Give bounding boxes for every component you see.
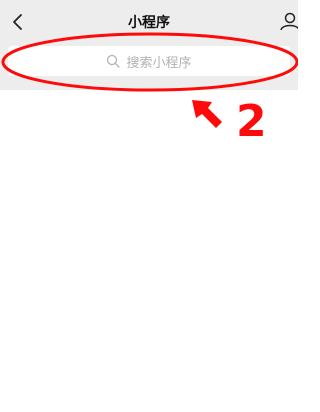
chevron-left-icon — [13, 14, 22, 30]
person-icon — [280, 12, 300, 31]
navigation-bar: 小程序 — [0, 0, 300, 44]
mini-program-screen: 小程序 搜索小程序 2 — [0, 0, 300, 412]
search-input[interactable]: 搜索小程序 — [8, 46, 290, 76]
step-number: 2 — [236, 96, 267, 147]
top-bar: 小程序 搜索小程序 — [0, 0, 300, 90]
search-placeholder: 搜索小程序 — [126, 55, 192, 71]
back-button[interactable] — [6, 10, 30, 34]
search-icon — [107, 54, 121, 68]
profile-button[interactable] — [278, 10, 300, 34]
arrow-icon — [192, 100, 222, 128]
page-title: 小程序 — [128, 15, 170, 31]
